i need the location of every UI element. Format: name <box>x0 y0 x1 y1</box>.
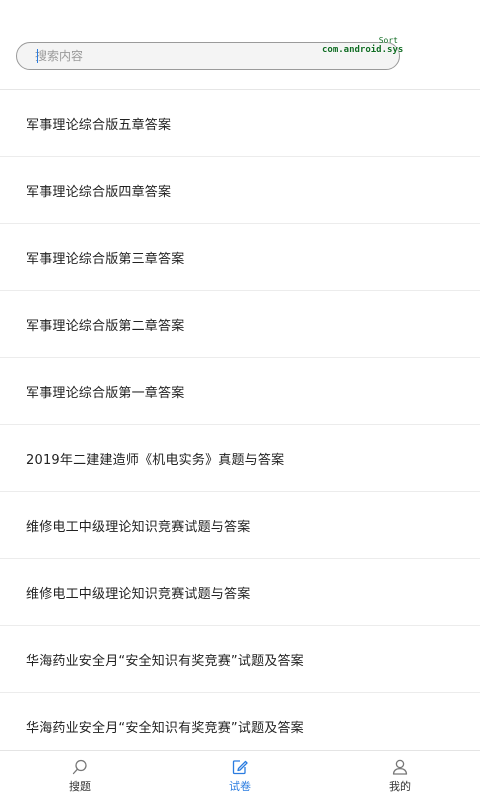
list-item-title: 维修电工中级理论知识竞赛试题与答案 <box>26 519 251 535</box>
list-item-title: 华海药业安全月“安全知识有奖竞赛”试题及答案 <box>26 720 304 736</box>
debug-overlay-line2: com.android.sys <box>322 45 404 55</box>
user-icon <box>392 759 408 775</box>
header: Sort com.android.sys <box>0 0 480 90</box>
exam-list: 军事理论综合版五章答案 军事理论综合版四章答案 军事理论综合版第三章答案 军事理… <box>0 90 480 760</box>
list-item-title: 军事理论综合版第二章答案 <box>26 318 185 334</box>
list-item[interactable]: 2019年二建建造师《机电实务》真题与答案 <box>0 425 480 492</box>
edit-icon <box>232 760 248 775</box>
list-item-title: 维修电工中级理论知识竞赛试题与答案 <box>26 586 251 602</box>
list-item[interactable]: 军事理论综合版第二章答案 <box>0 291 480 358</box>
list-item[interactable]: 华海药业安全月“安全知识有奖竞赛”试题及答案 <box>0 626 480 693</box>
search-icon <box>72 759 87 775</box>
list-item[interactable]: 军事理论综合版五章答案 <box>0 90 480 157</box>
list-item[interactable]: 军事理论综合版第三章答案 <box>0 224 480 291</box>
list-item-title: 军事理论综合版第三章答案 <box>26 251 185 267</box>
tab-exams[interactable]: 试卷 <box>160 751 320 800</box>
list-item-title: 军事理论综合版四章答案 <box>26 184 172 200</box>
tab-profile-label: 我的 <box>389 780 411 793</box>
bottom-tab-bar: 搜题 试卷 我的 <box>0 750 480 800</box>
tab-profile[interactable]: 我的 <box>320 751 480 800</box>
list-item-title: 2019年二建建造师《机电实务》真题与答案 <box>26 452 285 468</box>
search-input[interactable] <box>35 49 295 63</box>
list-item[interactable]: 维修电工中级理论知识竞赛试题与答案 <box>0 559 480 626</box>
list-item-title: 华海药业安全月“安全知识有奖竞赛”试题及答案 <box>26 653 304 669</box>
list-item[interactable]: 维修电工中级理论知识竞赛试题与答案 <box>0 492 480 559</box>
list-item-title: 军事理论综合版第一章答案 <box>26 385 185 401</box>
debug-overlay-line1: Sort <box>378 36 398 45</box>
list-item[interactable]: 军事理论综合版四章答案 <box>0 157 480 224</box>
list-item-title: 军事理论综合版五章答案 <box>26 117 172 133</box>
text-cursor <box>37 49 38 63</box>
tab-search[interactable]: 搜题 <box>0 751 160 800</box>
tab-exams-label: 试卷 <box>229 780 251 793</box>
debug-overlay: Sort com.android.sys <box>322 36 404 66</box>
list-item[interactable]: 军事理论综合版第一章答案 <box>0 358 480 425</box>
tab-search-label: 搜题 <box>69 780 91 793</box>
